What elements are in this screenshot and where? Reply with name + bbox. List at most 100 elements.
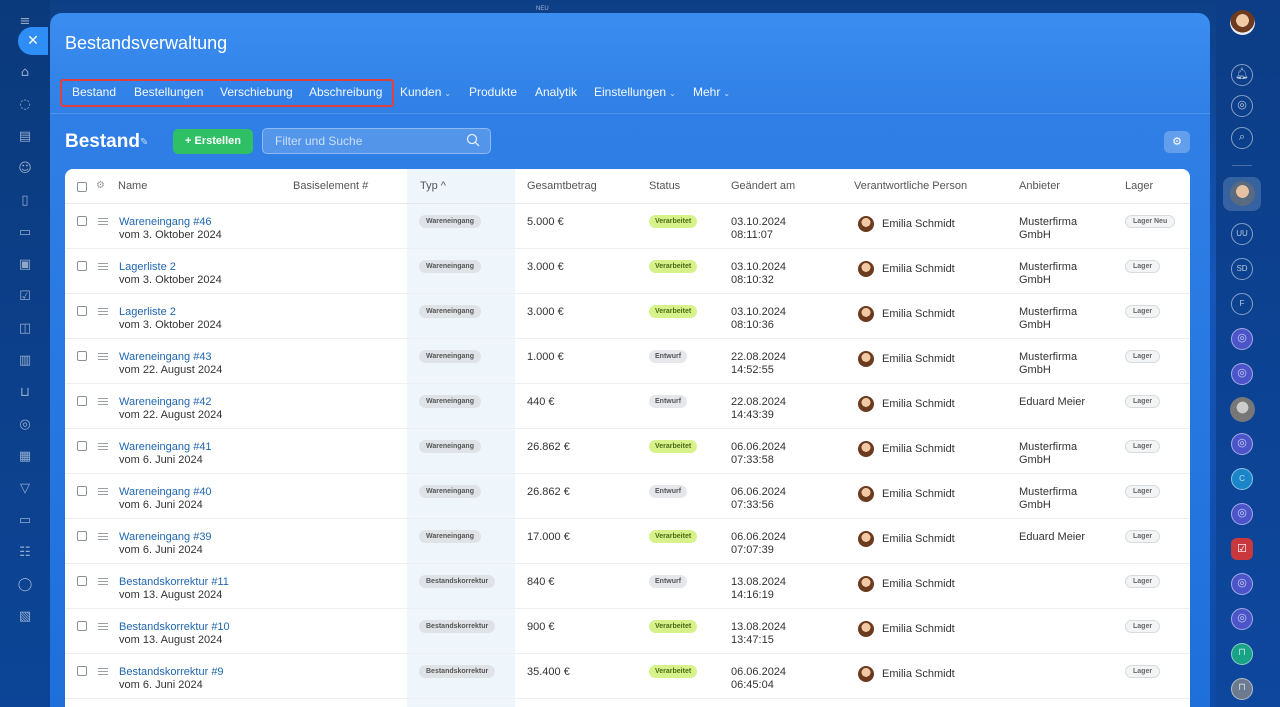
crm-icon[interactable]: ◌: [17, 97, 33, 113]
avatar[interactable]: [858, 261, 874, 277]
drag-handle-icon[interactable]: [98, 398, 108, 406]
close-panel-button[interactable]: ✕: [18, 27, 48, 55]
analytics-icon[interactable]: ▥: [17, 353, 33, 369]
chat-bot-icon[interactable]: ◎: [1231, 503, 1253, 525]
row-checkbox[interactable]: [77, 261, 87, 271]
tab-einstellungen[interactable]: Einstellungen ⌄: [594, 85, 676, 99]
screen-icon[interactable]: ▣: [17, 257, 33, 273]
table-row[interactable]: Lagerliste 2 vom 3. Oktober 2024 Wareneing…: [65, 294, 1190, 339]
create-button[interactable]: + Erstellen: [173, 129, 253, 154]
drag-handle-icon[interactable]: [98, 443, 108, 451]
search-icon[interactable]: [466, 133, 480, 147]
document-name-link[interactable]: Bestandskorrektur #9: [119, 666, 224, 678]
copilot-icon[interactable]: ◎: [1231, 95, 1253, 117]
avatar[interactable]: [858, 306, 874, 322]
tasks-chat-icon[interactable]: ☑: [1231, 538, 1253, 560]
tab-kunden[interactable]: Kunden ⌄: [400, 85, 451, 99]
avatar[interactable]: [858, 441, 874, 457]
header-base[interactable]: Basiselement #: [293, 180, 368, 192]
row-checkbox[interactable]: [77, 531, 87, 541]
row-checkbox[interactable]: [77, 621, 87, 631]
chat-icon[interactable]: ◫: [17, 321, 33, 337]
document-name-link[interactable]: Wareneingang #42: [119, 396, 212, 408]
tab-bestellungen[interactable]: Bestellungen: [134, 85, 203, 99]
row-checkbox[interactable]: [77, 666, 87, 676]
store-icon[interactable]: ▦: [17, 449, 33, 465]
document-name-link[interactable]: Lagerliste 2: [119, 306, 176, 318]
tab-verschiebung[interactable]: Verschiebung: [220, 85, 293, 99]
settings-rail-icon[interactable]: ◯: [17, 577, 33, 593]
row-checkbox[interactable]: [77, 486, 87, 496]
header-name[interactable]: Name: [118, 180, 147, 192]
drag-handle-icon[interactable]: [98, 533, 108, 541]
chat-avatar-user[interactable]: [1230, 181, 1255, 206]
table-row[interactable]: Bestandskorrektur #9 vom 6. Juni 2024 Best…: [65, 654, 1190, 699]
responsible-person[interactable]: Emilia Schmidt: [882, 578, 955, 590]
table-row[interactable]: Bestandskorrektur #11 vom 13. August 2024…: [65, 564, 1190, 609]
chat-bot-icon[interactable]: ◎: [1231, 573, 1253, 595]
drag-handle-icon[interactable]: [98, 668, 108, 676]
document-name-link[interactable]: Wareneingang #41: [119, 441, 212, 453]
documents-icon[interactable]: ▤: [17, 129, 33, 145]
row-checkbox[interactable]: [77, 576, 87, 586]
document-name-link[interactable]: Wareneingang #39: [119, 531, 212, 543]
tab-produkte[interactable]: Produkte: [469, 85, 517, 99]
table-row[interactable]: Wareneingang #46 vom 3. Oktober 2024 Waren…: [65, 204, 1190, 249]
responsible-person[interactable]: Emilia Schmidt: [882, 353, 955, 365]
tab-bestand[interactable]: Bestand: [72, 85, 116, 99]
tab-abschreibung[interactable]: Abschreibung: [309, 85, 382, 99]
drag-handle-icon[interactable]: [98, 308, 108, 316]
row-checkbox[interactable]: [77, 306, 87, 316]
home-icon[interactable]: ⌂: [17, 65, 33, 81]
file-icon[interactable]: ▯: [17, 193, 33, 209]
responsible-person[interactable]: Emilia Schmidt: [882, 398, 955, 410]
avatar[interactable]: [858, 396, 874, 412]
user-avatar[interactable]: [1230, 10, 1255, 35]
responsible-person[interactable]: Emilia Schmidt: [882, 668, 955, 680]
drag-handle-icon[interactable]: [98, 353, 108, 361]
tasks-icon[interactable]: ☑: [17, 289, 33, 305]
drag-handle-icon[interactable]: [98, 263, 108, 271]
document-name-link[interactable]: Bestandskorrektur #11: [119, 576, 229, 588]
responsible-person[interactable]: Emilia Schmidt: [882, 263, 955, 275]
table-row[interactable]: Lagerliste 2 vom 3. Oktober 2024 Wareneing…: [65, 249, 1190, 294]
table-row[interactable]: Wareneingang #40 vom 6. Juni 2024 Warenein…: [65, 474, 1190, 519]
table-row[interactable]: Bestandskorrektur #10 vom 13. August 2024…: [65, 609, 1190, 654]
target-icon[interactable]: ◎: [17, 417, 33, 433]
pin-icon[interactable]: ✎: [140, 137, 148, 148]
chat-bot-icon[interactable]: ◎: [1231, 608, 1253, 630]
avatar[interactable]: [858, 216, 874, 232]
notifications-icon[interactable]: 🔔︎: [1231, 64, 1253, 86]
tab-mehr[interactable]: Mehr ⌄: [693, 85, 730, 99]
search-chat-icon[interactable]: ⌕: [1231, 127, 1253, 149]
chat-avatar-f[interactable]: F: [1231, 293, 1253, 315]
display-icon[interactable]: ▭: [17, 513, 33, 529]
column-settings-gear-icon[interactable]: ⚙: [96, 180, 105, 191]
header-person[interactable]: Verantwortliche Person: [854, 180, 967, 192]
responsible-person[interactable]: Emilia Schmidt: [882, 218, 955, 230]
document-name-link[interactable]: Wareneingang #43: [119, 351, 212, 363]
filter-icon[interactable]: ▽: [17, 481, 33, 497]
table-row[interactable]: Wareneingang #39 vom 6. Juni 2024 Warenein…: [65, 519, 1190, 564]
document-name-link[interactable]: Wareneingang #46: [119, 216, 212, 228]
lock-icon[interactable]: ⊓: [1231, 678, 1253, 700]
avatar[interactable]: [858, 576, 874, 592]
avatar[interactable]: [858, 486, 874, 502]
chat-avatar-group[interactable]: [1230, 397, 1255, 422]
table-row[interactable]: Wareneingang #43 vom 22. August 2024 Waren…: [65, 339, 1190, 384]
header-type[interactable]: Typ ^: [420, 180, 446, 192]
apps-icon[interactable]: ▧: [17, 609, 33, 625]
drag-handle-icon[interactable]: [98, 623, 108, 631]
row-checkbox[interactable]: [77, 396, 87, 406]
document-name-link[interactable]: Wareneingang #40: [119, 486, 212, 498]
drag-handle-icon[interactable]: [98, 218, 108, 226]
drag-handle-icon[interactable]: [98, 488, 108, 496]
avatar[interactable]: [858, 351, 874, 367]
avatar[interactable]: [858, 531, 874, 547]
row-checkbox[interactable]: [77, 441, 87, 451]
chat-avatar-uu[interactable]: UU: [1231, 223, 1253, 245]
header-vendor[interactable]: Anbieter: [1019, 180, 1060, 192]
document-name-link[interactable]: Bestandskorrektur #10: [119, 621, 230, 633]
header-total[interactable]: Gesamtbetrag: [527, 180, 597, 192]
responsible-person[interactable]: Emilia Schmidt: [882, 533, 955, 545]
